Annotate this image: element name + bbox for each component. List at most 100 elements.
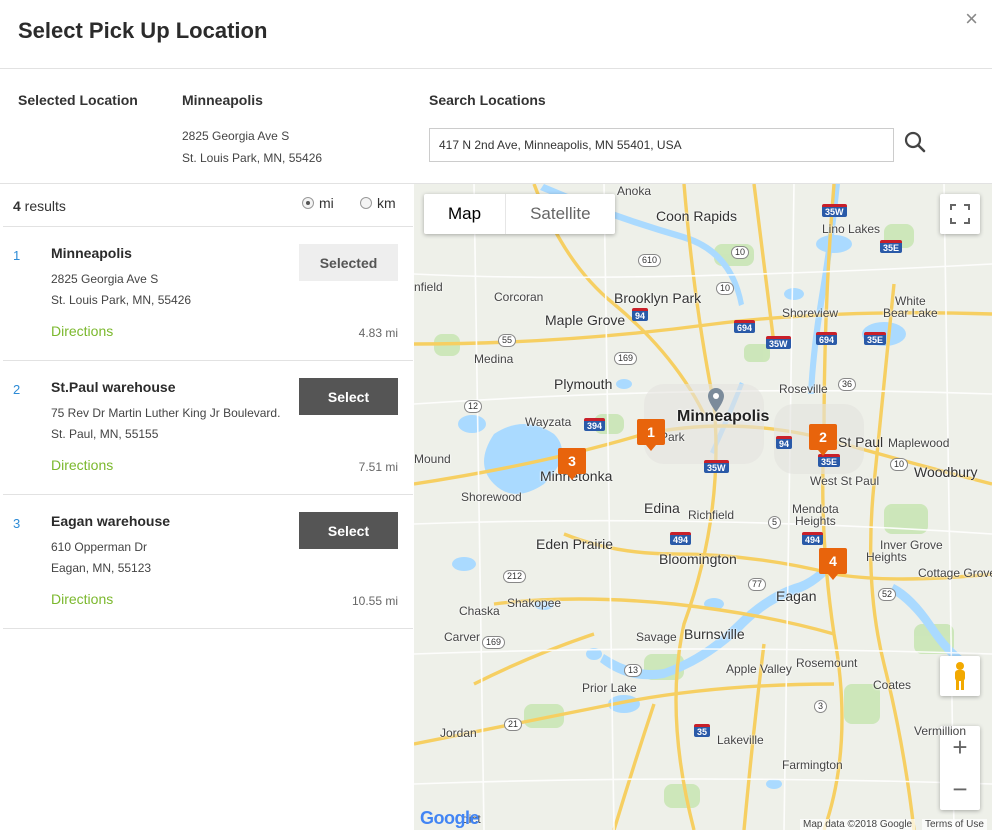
location-address-line1: 610 Opperman Dr — [51, 540, 148, 554]
location-item-3: 3 Eagan warehouse 610 Opperman Dr Eagan,… — [0, 495, 414, 629]
selected-location-address-line2: St. Louis Park, MN, 55426 — [182, 151, 323, 165]
place-label: Maplewood — [888, 436, 950, 450]
select-button[interactable]: Select — [299, 512, 398, 549]
place-label: Maple Grove — [545, 312, 626, 328]
route-marker: 212 — [503, 570, 527, 583]
highway-shield: 494 — [670, 532, 692, 545]
route-marker: 169 — [614, 352, 638, 365]
google-logo: Google — [420, 808, 480, 829]
fullscreen-icon — [950, 204, 970, 224]
place-label: Rosemount — [796, 656, 858, 670]
directions-link[interactable]: Directions — [51, 591, 113, 607]
place-label: West St Paul — [810, 474, 880, 488]
place-label: Anoka — [617, 184, 652, 198]
route-marker: 52 — [878, 588, 897, 601]
place-label: Apple Valley — [726, 662, 792, 676]
fullscreen-button[interactable] — [940, 194, 980, 234]
route-marker: 21 — [504, 718, 523, 731]
place-label: Eden Prairie — [536, 536, 614, 552]
location-distance: 4.83 mi — [358, 326, 398, 340]
place-label: Shorewood — [461, 490, 522, 504]
map[interactable]: Map Satellite + − Anoka Coon Rapids Lino… — [414, 184, 992, 830]
location-item-1: 1 Minneapolis 2825 Georgia Ave S St. Lou… — [0, 227, 414, 361]
selected-location-name: Minneapolis — [182, 92, 263, 108]
place-label: Carver — [444, 630, 481, 644]
place-label-st-paul: St Paul — [838, 434, 884, 450]
highway-shield: 94 — [776, 436, 793, 449]
place-label: Medina — [474, 352, 514, 366]
place-label: Woodbury — [914, 464, 978, 480]
google-logo-text: Google — [420, 808, 480, 828]
place-label: Savage — [636, 630, 677, 644]
place-label: Lino Lakes — [822, 222, 881, 236]
search-location-pin-icon[interactable] — [708, 388, 724, 412]
map-type-satellite-button[interactable]: Satellite — [505, 194, 614, 234]
location-marker-2[interactable]: 2 — [809, 424, 837, 456]
map-type-map-button[interactable]: Map — [424, 194, 505, 234]
location-name: St.Paul warehouse — [51, 379, 176, 395]
radio-selected-icon[interactable] — [302, 197, 314, 209]
divider — [3, 628, 413, 629]
highway-shield: 35E — [880, 240, 903, 253]
place-label: Corcoran — [494, 290, 544, 304]
location-marker-1[interactable]: 1 — [637, 419, 665, 451]
place-label: Farmington — [782, 758, 843, 772]
place-label: Coon Rapids — [656, 208, 737, 224]
zoom-control: + − — [940, 726, 980, 810]
place-label: Wayzata — [525, 415, 572, 429]
close-icon[interactable]: × — [965, 8, 978, 30]
radio-unselected-icon[interactable] — [360, 197, 372, 209]
route-marker: 10 — [890, 458, 909, 471]
place-label: nfield — [414, 280, 443, 294]
results-count: 4 results — [13, 198, 66, 214]
highway-shield: 694 — [734, 320, 756, 333]
route-marker: 10 — [731, 246, 750, 259]
search-icon[interactable] — [903, 130, 927, 154]
unit-label-km: km — [377, 195, 396, 211]
highway-shield: 35 — [694, 724, 711, 737]
unit-radio-km[interactable]: km — [360, 195, 396, 211]
location-number: 3 — [13, 516, 21, 531]
place-label: Jordan — [440, 726, 477, 740]
zoom-out-button[interactable]: − — [952, 768, 967, 810]
location-name: Minneapolis — [51, 245, 132, 261]
select-button[interactable]: Select — [299, 378, 398, 415]
place-label: Cottage Grove — [918, 566, 992, 580]
place-label: Edina — [644, 500, 680, 516]
search-input[interactable] — [429, 128, 894, 162]
location-address-line2: St. Louis Park, MN, 55426 — [51, 293, 192, 307]
place-label: Richfield — [688, 508, 735, 522]
street-view-pegman-button[interactable] — [940, 656, 980, 696]
terms-of-use-link[interactable]: Terms of Use — [922, 819, 987, 830]
route-marker: 55 — [498, 334, 517, 347]
map-attribution: Map data ©2018 Google — [800, 819, 916, 830]
place-label: Bear Lake — [883, 306, 938, 320]
location-number: 2 — [13, 382, 21, 397]
directions-link[interactable]: Directions — [51, 457, 113, 473]
place-label: Coates — [873, 678, 912, 692]
place-label: Mound — [414, 452, 451, 466]
unit-radio-mi[interactable]: mi — [302, 195, 334, 211]
route-marker: 77 — [748, 578, 767, 591]
location-distance: 10.55 mi — [351, 594, 398, 608]
route-marker: 12 — [464, 400, 483, 413]
location-address-line1: 2825 Georgia Ave S — [51, 272, 159, 286]
location-address-line2: Eagan, MN, 55123 — [51, 561, 152, 575]
route-marker: 169 — [482, 636, 506, 649]
highway-shield: 35W — [704, 460, 729, 473]
location-marker-4[interactable]: 4 — [819, 548, 847, 580]
directions-link[interactable]: Directions — [51, 323, 113, 339]
selected-location-address-line1: 2825 Georgia Ave S — [182, 129, 290, 143]
selected-button[interactable]: Selected — [299, 244, 398, 281]
location-marker-3[interactable]: 3 — [558, 448, 586, 480]
results-count-number: 4 — [13, 198, 21, 214]
route-marker: 36 — [838, 378, 857, 391]
divider — [0, 68, 992, 69]
place-label: Shoreview — [782, 306, 839, 320]
place-label: Chaska — [459, 604, 500, 618]
route-marker: 10 — [716, 282, 735, 295]
place-label: Heights — [866, 550, 907, 564]
map-type-control: Map Satellite — [424, 194, 615, 234]
place-label: Heights — [795, 514, 836, 528]
highway-shield: 35W — [766, 336, 791, 349]
